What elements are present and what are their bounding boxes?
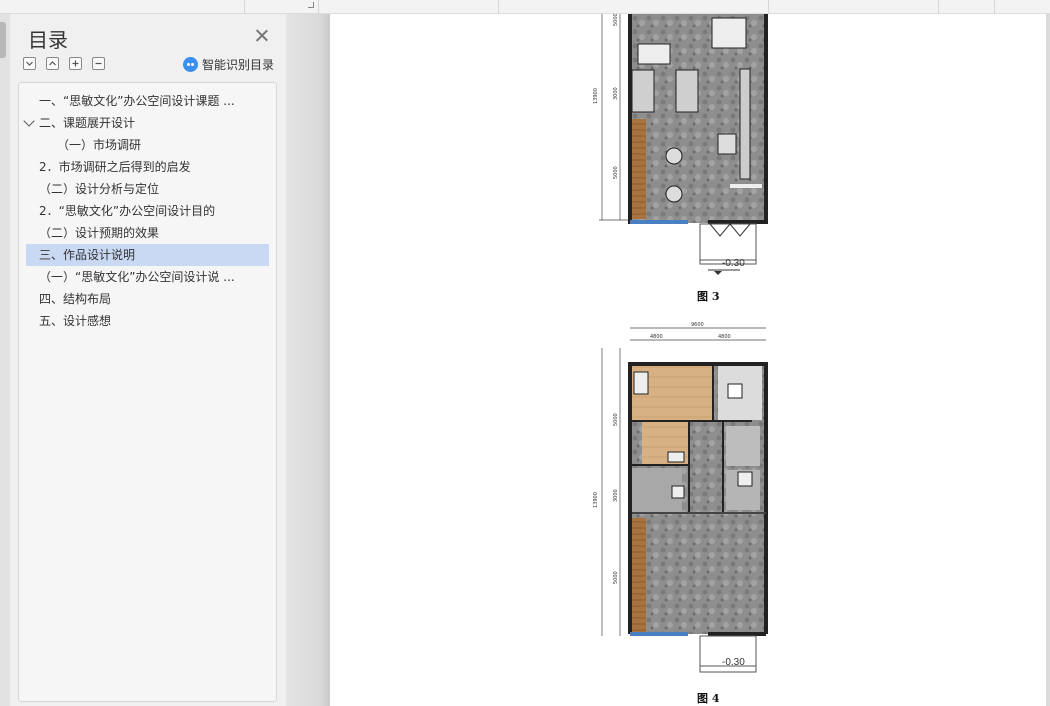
toc-item[interactable]: （一）“思敏文化”办公空间设计说 ... [19,266,276,288]
smart-toc-button[interactable]: 智能识别目录 [182,56,274,73]
toc-item[interactable]: 三、作品设计说明 [26,244,269,266]
toc-item[interactable]: （一）市场调研 [19,134,276,156]
expand-all-icon[interactable] [23,57,36,70]
smart-toc-label: 智能识别目录 [201,58,274,72]
toc-title: 目录 [28,28,68,52]
toc-item[interactable]: （二）设计分析与定位 [19,178,276,200]
svg-text:13900: 13900 [593,88,599,104]
toc-item-label: （一）“思敏文化”办公空间设计说 ... [39,270,235,284]
toc-item[interactable]: 二、课题展开设计 [19,112,276,134]
toc-item-label: 五、设计感想 [39,314,112,328]
toc-item[interactable]: 一、“思敏文化”办公空间设计课题 ... [19,90,276,112]
toc-item-label: 2．市场调研之后得到的启发 [39,160,191,174]
ai-icon [182,57,198,72]
vertical-scrollbar[interactable] [1046,14,1050,706]
svg-text:5000: 5000 [613,14,619,26]
chevron-down-icon[interactable] [23,115,35,127]
svg-text:5000: 5000 [613,413,619,426]
toc-item-label: 二、课题展开设计 [39,116,136,130]
toc-toolbar [23,57,105,71]
toc-list: 一、“思敏文化”办公空间设计课题 ... 二、课题展开设计 （一）市场调研 2．市场调… [18,82,277,702]
ruler-corner-marker [308,2,314,8]
toc-item[interactable]: 五、设计感想 [19,310,276,332]
toc-item[interactable]: 2．市场调研之后得到的启发 [19,156,276,178]
svg-text:9600: 9600 [691,322,704,328]
svg-text:3000: 3000 [613,489,619,502]
document-page[interactable]: 13900 5000 3000 5000 -0.30 图 3 9600 4800… [330,14,1046,706]
top-ruler [0,0,1050,14]
panel-handle[interactable] [0,22,6,58]
remove-heading-icon[interactable] [92,57,105,70]
svg-text:5000: 5000 [613,166,619,179]
level-mark-figure-3: -0.30 [722,258,745,269]
svg-text:13900: 13900 [593,492,599,508]
toc-item-label: （一）市场调研 [57,138,142,152]
toc-item[interactable]: 四、结构布局 [19,288,276,310]
svg-text:4800: 4800 [650,334,663,340]
toc-item-label: 四、结构布局 [39,292,112,306]
svg-text:4800: 4800 [718,334,731,340]
floor-plan-figure-3: 13900 5000 3000 5000 [593,14,768,275]
toc-panel: 目录 智能识别目录 一、“思敏文化”办公空间设计课题 ... 二、课题展开设计 （一… [10,14,286,706]
collapse-all-icon[interactable] [46,57,59,70]
figure-4-caption: 图 4 [697,692,720,705]
toc-item[interactable]: （二）设计预期的效果 [19,222,276,244]
toc-item-label: （二）设计分析与定位 [39,182,160,196]
close-icon[interactable] [254,28,270,44]
toc-item-label: 2．“思敏文化”办公空间设计目的 [39,204,216,218]
floor-plan-figure-4: 9600 4800 4800 13900 5000 3000 5000 [593,322,768,673]
add-heading-icon[interactable] [69,57,82,70]
level-mark-figure-4: -0.30 [722,657,745,668]
toc-item-label: （二）设计预期的效果 [39,226,160,240]
svg-text:5000: 5000 [613,571,619,584]
toc-item-label: 三、作品设计说明 [39,248,136,262]
left-edge-strip [0,14,10,706]
svg-text:3000: 3000 [613,87,619,100]
toc-item[interactable]: 2．“思敏文化”办公空间设计目的 [19,200,276,222]
figure-3-caption: 图 3 [697,290,720,303]
toc-item-label: 一、“思敏文化”办公空间设计课题 ... [39,94,235,108]
page-gutter [286,14,330,706]
